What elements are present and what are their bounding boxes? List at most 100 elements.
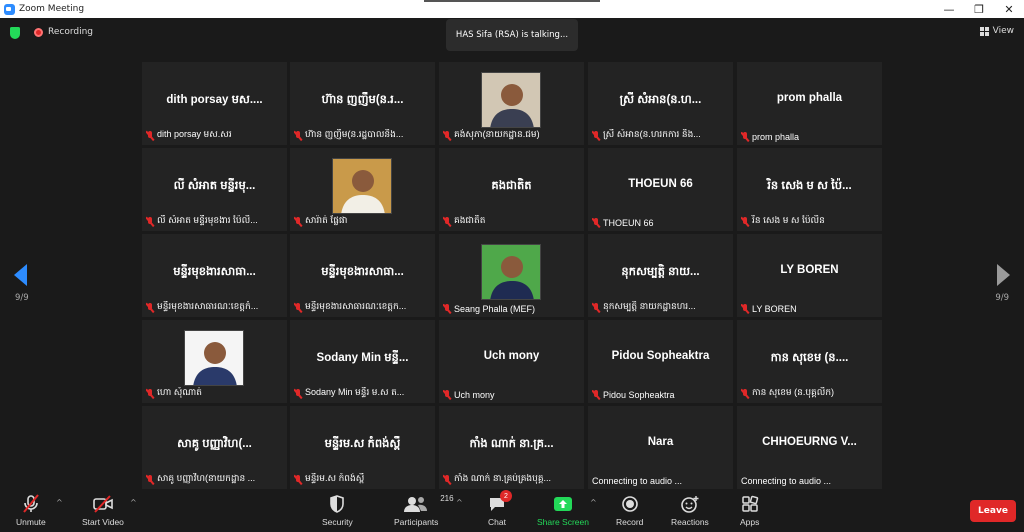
muted-mic-icon	[146, 216, 154, 227]
participant-name: prom phalla	[752, 132, 800, 142]
participant-tile[interactable]: សាគូ បញ្ញាវិហ(... សាគូ បញ្ញាវិហ(នាយកដ្ឋាន…	[142, 406, 287, 489]
participant-tile[interactable]: LY BOREN LY BOREN	[737, 234, 882, 317]
participant-name: គងជាតិត	[454, 215, 486, 225]
record-icon	[621, 494, 639, 514]
participant-tile[interactable]: នុកសម្បត្តិ នាយ... នុកសម្បត្តិ នាយកដ្ឋានហ…	[588, 234, 733, 317]
next-page-icon[interactable]	[997, 264, 1010, 286]
participant-name-label: Seang Phalla (MEF)	[443, 304, 535, 314]
security-button[interactable]: Security	[322, 494, 353, 527]
participant-name: លី សំអាត មន្ទីរមុខងារ ប៉ៃលិ...	[157, 215, 258, 225]
share-screen-icon	[553, 494, 573, 514]
participants-icon: 216	[404, 494, 454, 514]
participant-display-name: CHHOEURNG V...	[762, 436, 857, 448]
maximize-button[interactable]: ❐	[964, 0, 994, 18]
participant-tile[interactable]: ហ៊ាន ញញឹម(ន.រ... ហ៊ាន ញញឹម(ន.រដ្ឋបាលនិង..…	[290, 62, 435, 145]
muted-mic-icon	[443, 390, 451, 400]
participant-tile[interactable]: មន្ទីរមុខងារសាធា... មន្ទីរមុខងារសាធារណៈខេ…	[290, 234, 435, 317]
security-shield-icon[interactable]	[10, 27, 20, 39]
participant-tile[interactable]: Sodany Min មន្ទី... Sodany Min មន្ទីរ ម.ស…	[290, 320, 435, 403]
participants-count: 216	[440, 494, 454, 503]
muted-mic-icon	[741, 304, 749, 314]
participant-tile[interactable]: គងជាតិត គងជាតិត	[439, 148, 584, 231]
video-options-chevron-icon[interactable]: ^	[130, 498, 137, 507]
participant-display-name: LY BOREN	[780, 264, 839, 276]
start-video-button[interactable]: Start Video	[82, 494, 124, 527]
view-button[interactable]: View	[979, 26, 1014, 36]
participant-tile[interactable]: prom phalla prom phalla	[737, 62, 882, 145]
record-button[interactable]: Record	[616, 494, 643, 527]
muted-mic-icon	[741, 216, 749, 227]
share-screen-button[interactable]: Share Screen	[537, 494, 589, 527]
participant-display-name: លី សំអាត មន្ទីរមុ...	[173, 180, 256, 192]
grid-view-icon	[979, 26, 989, 36]
participant-name-label: prom phalla	[741, 132, 799, 142]
participant-name: Uch mony	[454, 390, 495, 400]
participant-name: ហ៊ាន ញញឹម(ន.រដ្ឋបាលនិង...	[305, 129, 404, 139]
recording-label: Recording	[48, 27, 94, 37]
share-options-chevron-icon[interactable]: ^	[590, 498, 597, 507]
participant-display-name: Pidou Sopheaktra	[611, 350, 710, 362]
participant-tile[interactable]: រិន សេង ម ស ប៉ៃ... រិន សេង ម ស ប៉ៃលិន	[737, 148, 882, 231]
participant-name-label: Pidou Sopheaktra	[592, 390, 675, 400]
participant-name-label: សាគូ បញ្ញាវិហ(នាយកដ្ឋាន ...	[146, 473, 255, 486]
participant-tile[interactable]: កាំង ណាក់ នា.គ្រ... កាំង ណាក់ នា.គ្រប់គ្រ…	[439, 406, 584, 489]
participant-name-label: មន្ទីរមុខងារសាធារណៈខេត្តកំ...	[146, 301, 258, 314]
participant-tile[interactable]: សារ៉ាត់ ផ្លែផា	[290, 148, 435, 231]
participant-name: គង់សុភា(នាយកដ្ឋាន.ជម)	[454, 129, 540, 139]
previous-page-icon[interactable]	[14, 264, 27, 286]
zoom-logo-icon	[4, 3, 15, 15]
muted-mic-icon	[146, 130, 154, 141]
participant-tile[interactable]: Uch mony Uch mony	[439, 320, 584, 403]
participant-tile[interactable]: មន្ទីរម.ស កំពង់ស្ពឺ មន្ទីរម.ស កំពង់ស្ពឺ	[290, 406, 435, 489]
audio-options-chevron-icon[interactable]: ^	[56, 498, 63, 507]
participant-video	[332, 158, 392, 214]
video-off-icon	[92, 494, 114, 514]
participant-name-label: កាន សុខេម (ន.បុគ្គលិក)	[741, 387, 834, 400]
participant-tile[interactable]: Pidou Sopheaktra Pidou Sopheaktra	[588, 320, 733, 403]
muted-mic-icon	[294, 388, 302, 399]
participant-tile[interactable]: Nara Connecting to audio ...	[588, 406, 733, 489]
close-button[interactable]: ✕	[994, 0, 1024, 18]
participant-display-name: នុកសម្បត្តិ នាយ...	[621, 266, 700, 278]
active-speaker-banner: HAS Sifa (RSA) is talking...	[446, 19, 578, 51]
participant-name-label: លី សំអាត មន្ទីរមុខងារ ប៉ៃលិ...	[146, 215, 258, 228]
participant-tile[interactable]: កាន សុខេម (ន.... កាន សុខេម (ន.បុគ្គលិក)	[737, 320, 882, 403]
chat-badge: 2	[500, 490, 512, 502]
participant-tile[interactable]: មន្ទីរមុខងារសាធា... មន្ទីរមុខងារសាធារណៈខេ…	[142, 234, 287, 317]
participant-name: Pidou Sopheaktra	[603, 390, 675, 400]
muted-mic-icon	[294, 302, 302, 313]
participant-display-name: មន្ទីរមុខងារសាធា...	[173, 266, 256, 278]
participants-button[interactable]: 216 Participants	[394, 494, 454, 527]
participant-tile[interactable]: Seang Phalla (MEF)	[439, 234, 584, 317]
participant-name-label: សារ៉ាត់ ផ្លែផា	[294, 215, 348, 228]
unmute-button[interactable]: Unmute	[16, 494, 46, 527]
muted-microphone-icon	[22, 494, 40, 514]
muted-mic-icon	[592, 390, 600, 400]
participant-video	[481, 244, 541, 300]
participant-tile[interactable]: ស្រី សំអាន(ន.ហ... ស្រី សំអាន(ន.ហរកការ និង…	[588, 62, 733, 145]
participant-tile[interactable]: លី សំអាត មន្ទីរមុ... លី សំអាត មន្ទីរមុខងា…	[142, 148, 287, 231]
participants-options-chevron-icon[interactable]: ^	[456, 498, 463, 507]
participant-tile[interactable]: CHHOEURNG V... Connecting to audio ...	[737, 406, 882, 489]
muted-mic-icon	[443, 216, 451, 227]
chat-button[interactable]: 2 Chat	[488, 490, 512, 527]
leave-button[interactable]: Leave	[970, 500, 1016, 522]
recording-icon	[34, 28, 43, 37]
participant-tile[interactable]: ហោ សុំណាត់	[142, 320, 287, 403]
participant-name-label: ហ៊ាន ញញឹម(ន.រដ្ឋបាលនិង...	[294, 129, 403, 142]
participant-tile[interactable]: dith porsay មស.... dith porsay មស.សរ	[142, 62, 287, 145]
reactions-button[interactable]: Reactions	[671, 494, 709, 527]
reactions-label: Reactions	[671, 517, 709, 527]
apps-button[interactable]: Apps	[740, 494, 759, 527]
participant-display-name: រិន សេង ម ស ប៉ៃ...	[767, 180, 852, 192]
chat-label: Chat	[488, 517, 506, 527]
participant-name: LY BOREN	[752, 304, 797, 314]
participant-tile[interactable]: THOEUN 66 THOEUN 66	[588, 148, 733, 231]
title-bar: Zoom Meeting — ❐ ✕	[0, 0, 1024, 18]
window-title: Zoom Meeting	[19, 4, 85, 14]
participant-display-name: គងជាតិត	[491, 180, 532, 192]
minimize-button[interactable]: —	[934, 0, 964, 18]
shield-icon	[329, 494, 345, 514]
participant-name: មន្ទីរមុខងារសាធារណៈខេត្តកំ...	[157, 301, 259, 311]
participant-tile[interactable]: គង់សុភា(នាយកដ្ឋាន.ជម)	[439, 62, 584, 145]
